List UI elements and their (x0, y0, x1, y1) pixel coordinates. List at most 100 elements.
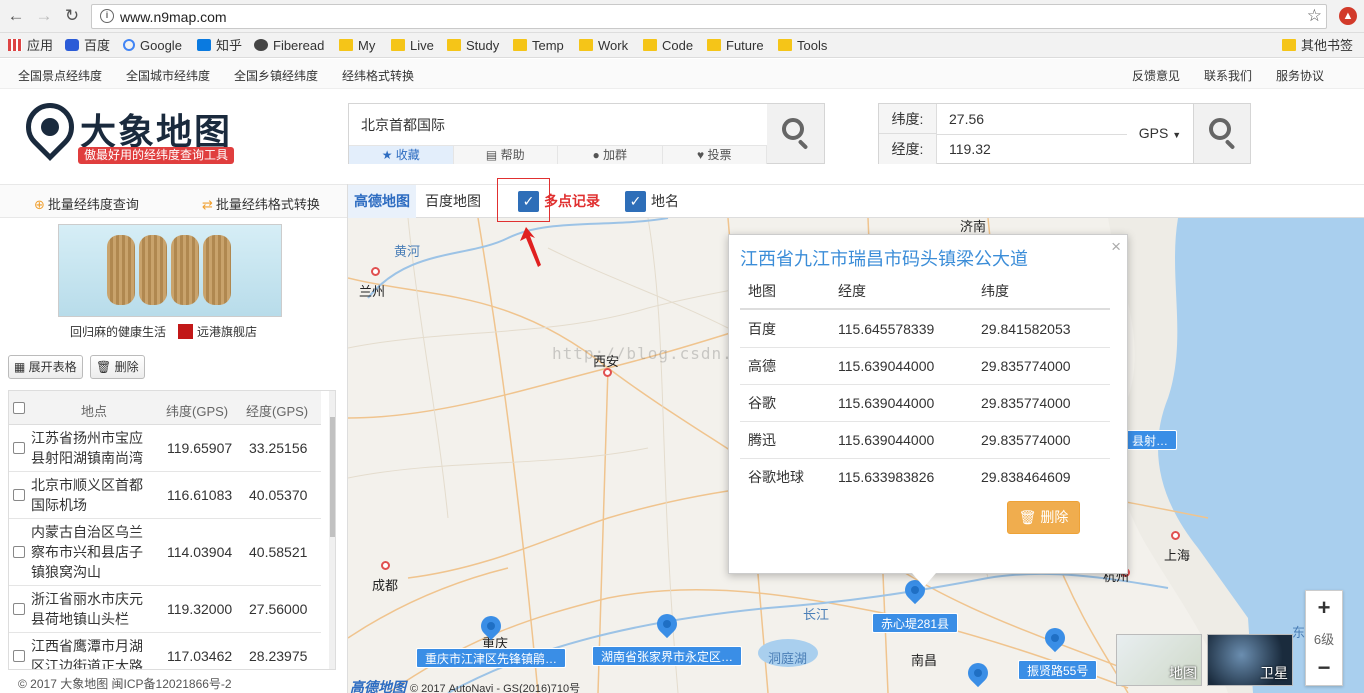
bookmark-folder-study[interactable]: Study (447, 37, 499, 54)
bookmark-other[interactable]: 其他书签 (1282, 37, 1353, 54)
batch-query-link[interactable]: ⊕ 批量经纬度查询 (34, 194, 139, 213)
bookmark-label: Google (140, 38, 182, 53)
cell-map: 高德 (748, 358, 776, 374)
ad-store[interactable]: 远港旗舰店 (178, 323, 257, 340)
map-type-label: 卫星 (1260, 665, 1288, 681)
expand-table-button[interactable]: ▦ 展开表格 (8, 355, 83, 379)
row-checkbox[interactable] (13, 489, 25, 501)
label-nanchang: 南昌 (911, 653, 938, 668)
bookmark-fiberead[interactable]: Fiberead (254, 37, 324, 54)
link-city-coords[interactable]: 全国城市经纬度 (126, 67, 210, 84)
place-name-label[interactable]: 地名 (645, 185, 685, 218)
coord-system-dropdown[interactable]: GPS ▼ (1127, 103, 1194, 164)
label-shanghai: 上海 (1164, 548, 1191, 563)
link-terms[interactable]: 服务协议 (1276, 67, 1324, 84)
link-format-convert[interactable]: 经纬格式转换 (342, 67, 414, 84)
map-type-satellite[interactable]: 卫星 (1207, 634, 1293, 686)
bookmark-folder-work[interactable]: Work (579, 37, 628, 54)
link-town-coords[interactable]: 全国乡镇经纬度 (234, 67, 318, 84)
city-marker (603, 368, 612, 377)
bookmark-label: Study (466, 38, 500, 53)
pin-label-zhenxian[interactable]: 振贤路55号 (1018, 660, 1098, 680)
info-icon[interactable]: i (100, 9, 114, 23)
bookmark-baidu[interactable]: 百度 (65, 37, 110, 54)
cell-map: 腾迅 (748, 432, 776, 448)
cell-place: 江西省鹰潭市月湖区江边街道正大路 (31, 638, 143, 670)
bookmark-folder-live[interactable]: Live (391, 37, 434, 54)
row-checkbox[interactable] (13, 442, 25, 454)
zoom-out-button[interactable]: − (1306, 655, 1342, 681)
ad-banner-image[interactable] (58, 224, 282, 317)
bookmark-apps[interactable]: 应用 (8, 37, 53, 54)
scroll-thumb[interactable] (330, 417, 335, 537)
col-lat[interactable]: 纬度(GPS) (166, 401, 228, 420)
tab-help[interactable]: ▤ 帮助 (453, 146, 558, 164)
tab-vote[interactable]: ♥ 投票 (662, 146, 767, 164)
link-feedback[interactable]: 反馈意见 (1132, 67, 1180, 84)
link-contact[interactable]: 联系我们 (1204, 67, 1252, 84)
lng-field[interactable]: 119.32 (949, 134, 991, 164)
pin-label-xianshe[interactable]: 县射… (1123, 430, 1178, 450)
table-row[interactable]: 北京市顺义区首都国际机场 116.61083 40.05370 (9, 472, 321, 519)
zoom-in-button[interactable]: + (1306, 595, 1342, 621)
pin-label-chongqing[interactable]: 重庆市江津区先锋镇鹃… (416, 648, 567, 668)
bookmark-google[interactable]: Google (123, 37, 182, 54)
popup-delete-button[interactable]: 🗑︎ 删除 (1007, 501, 1080, 534)
label-huanghe: 黄河 (394, 244, 421, 259)
table-row[interactable]: 江苏省扬州市宝应县射阳湖镇南尚湾 119.65907 33.25156 (9, 425, 321, 472)
tab-join-group[interactable]: ● 加群 (558, 146, 663, 164)
bookmark-folder-my[interactable]: My (339, 37, 375, 54)
table-row[interactable]: 内蒙古自治区乌兰察布市兴和县店子镇狼窝沟山 114.03904 40.58521 (9, 519, 321, 586)
bookmark-folder-temp[interactable]: Temp (513, 37, 564, 54)
address-bar[interactable]: i www.n9map.com ☆ (91, 4, 1327, 29)
table-row[interactable]: 江西省鹰潭市月湖区江边街道正大路 117.03462 28.23975 (9, 633, 321, 670)
cell-lng: 115.645578339 (838, 321, 935, 337)
cell-lat: 29.838464609 (981, 469, 1071, 485)
chat-icon: ● (592, 148, 604, 162)
ad-caption[interactable]: 回归麻的健康生活 (70, 323, 166, 340)
folder-icon (643, 39, 657, 51)
store-logo-icon (178, 324, 193, 339)
popup-row: 谷歌 115.639044000 29.835774000 (740, 385, 1110, 422)
col-place[interactable]: 地点 (81, 401, 107, 420)
select-all-checkbox[interactable] (13, 402, 25, 414)
cell-lng: 27.56000 (249, 601, 308, 617)
amap-logo: 高德地图 (350, 679, 406, 693)
pin-label-chixindi[interactable]: 赤心堤281县 (872, 613, 959, 633)
tab-favorites[interactable]: ★ 收藏 (349, 146, 454, 164)
back-icon[interactable]: ← (6, 6, 26, 26)
table-row[interactable]: 浙江省丽水市庆元县荷地镇山头栏 119.32000 27.56000 (9, 586, 321, 633)
cell-map: 谷歌 (748, 395, 776, 411)
coord-search-button[interactable] (1193, 103, 1251, 164)
close-icon[interactable]: × (1111, 237, 1121, 257)
pin-label-zhangjiajie[interactable]: 湖南省张家界市永定区… (592, 646, 743, 666)
forward-icon[interactable]: → (34, 6, 54, 26)
tab-gaode-map[interactable]: 高德地图 (348, 185, 416, 218)
tab-baidu-map[interactable]: 百度地图 (419, 185, 487, 218)
link-scenic-coords[interactable]: 全国景点经纬度 (18, 67, 102, 84)
bookmark-folder-code[interactable]: Code (643, 37, 693, 54)
row-checkbox[interactable] (13, 650, 25, 662)
search-icon (1209, 118, 1231, 140)
bookmark-folder-tools[interactable]: Tools (778, 37, 827, 54)
delete-rows-button[interactable]: 🗑︎ 删除 (90, 355, 145, 379)
batch-convert-link[interactable]: ⇄ 批量经纬格式转换 (202, 194, 320, 213)
left-panel: ⊕ 批量经纬度查询 ⇄ 批量经纬格式转换 回归麻的健康生活 远港旗舰店 ▦ 展开表格… (0, 184, 348, 693)
bookmark-star-icon[interactable]: ☆ (1307, 6, 1322, 26)
search-button[interactable] (767, 103, 825, 164)
table-scrollbar[interactable] (329, 391, 335, 669)
search-input[interactable] (349, 104, 767, 145)
tab-label: 加群 (603, 148, 628, 162)
bookmark-zhihu[interactable]: 知乎 (197, 37, 242, 54)
extension-icon[interactable]: ▲ (1339, 7, 1357, 25)
bookmark-folder-future[interactable]: Future (707, 37, 764, 54)
row-checkbox[interactable] (13, 603, 25, 615)
col-lng[interactable]: 经度(GPS) (246, 401, 308, 420)
lat-field[interactable]: 27.56 (949, 104, 984, 134)
place-name-checkbox[interactable]: ✓ (625, 191, 646, 212)
row-checkbox[interactable] (13, 546, 25, 558)
site-logo[interactable]: 大象地图 傲最好用的经纬度查询工具 (16, 93, 241, 167)
url-text: www.n9map.com (120, 9, 227, 25)
map-type-normal[interactable]: 地图 (1116, 634, 1202, 686)
reload-icon[interactable]: ↻ (62, 6, 82, 26)
